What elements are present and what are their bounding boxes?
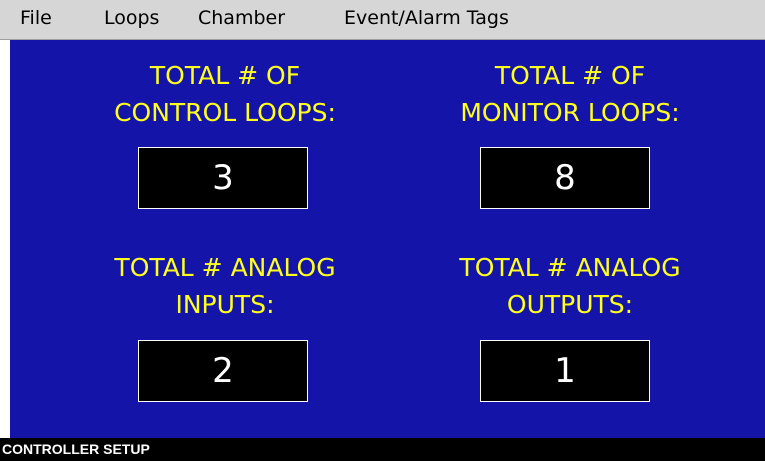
monitor-loops-label: TOTAL # OF MONITOR LOOPS:: [420, 57, 720, 131]
menu-chamber[interactable]: Chamber: [198, 7, 285, 29]
menu-file[interactable]: File: [20, 7, 52, 29]
analog-outputs-label-line2: OUTPUTS:: [506, 290, 634, 319]
analog-outputs-label: TOTAL # ANALOG OUTPUTS:: [420, 249, 720, 323]
control-loops-label-line1: TOTAL # OF: [149, 61, 301, 90]
menu-bar: File Loops Chamber Event/Alarm Tags: [0, 0, 765, 40]
analog-outputs-label-line1: TOTAL # ANALOG: [459, 253, 681, 282]
monitor-loops-label-line1: TOTAL # OF: [494, 61, 646, 90]
analog-outputs-value-field[interactable]: 1: [480, 340, 650, 402]
analog-inputs-label-line1: TOTAL # ANALOG: [114, 253, 336, 282]
analog-inputs-value-field[interactable]: 2: [138, 340, 308, 402]
control-loops-value-field[interactable]: 3: [138, 147, 308, 209]
status-bar: CONTROLLER SETUP: [0, 438, 765, 461]
menu-event-alarm-tags[interactable]: Event/Alarm Tags: [344, 7, 509, 29]
control-loops-label-line2: CONTROL LOOPS:: [114, 98, 336, 127]
controller-setup-screen: File Loops Chamber Event/Alarm Tags TOTA…: [0, 0, 765, 461]
menu-loops[interactable]: Loops: [104, 7, 159, 29]
status-bar-title: CONTROLLER SETUP: [2, 441, 150, 457]
monitor-loops-value-field[interactable]: 8: [480, 147, 650, 209]
analog-inputs-label-line2: INPUTS:: [175, 290, 275, 319]
control-loops-label: TOTAL # OF CONTROL LOOPS:: [75, 57, 375, 131]
setup-panel: TOTAL # OF CONTROL LOOPS: 3 TOTAL # OF M…: [10, 40, 765, 438]
analog-inputs-label: TOTAL # ANALOG INPUTS:: [75, 249, 375, 323]
monitor-loops-label-line2: MONITOR LOOPS:: [460, 98, 680, 127]
